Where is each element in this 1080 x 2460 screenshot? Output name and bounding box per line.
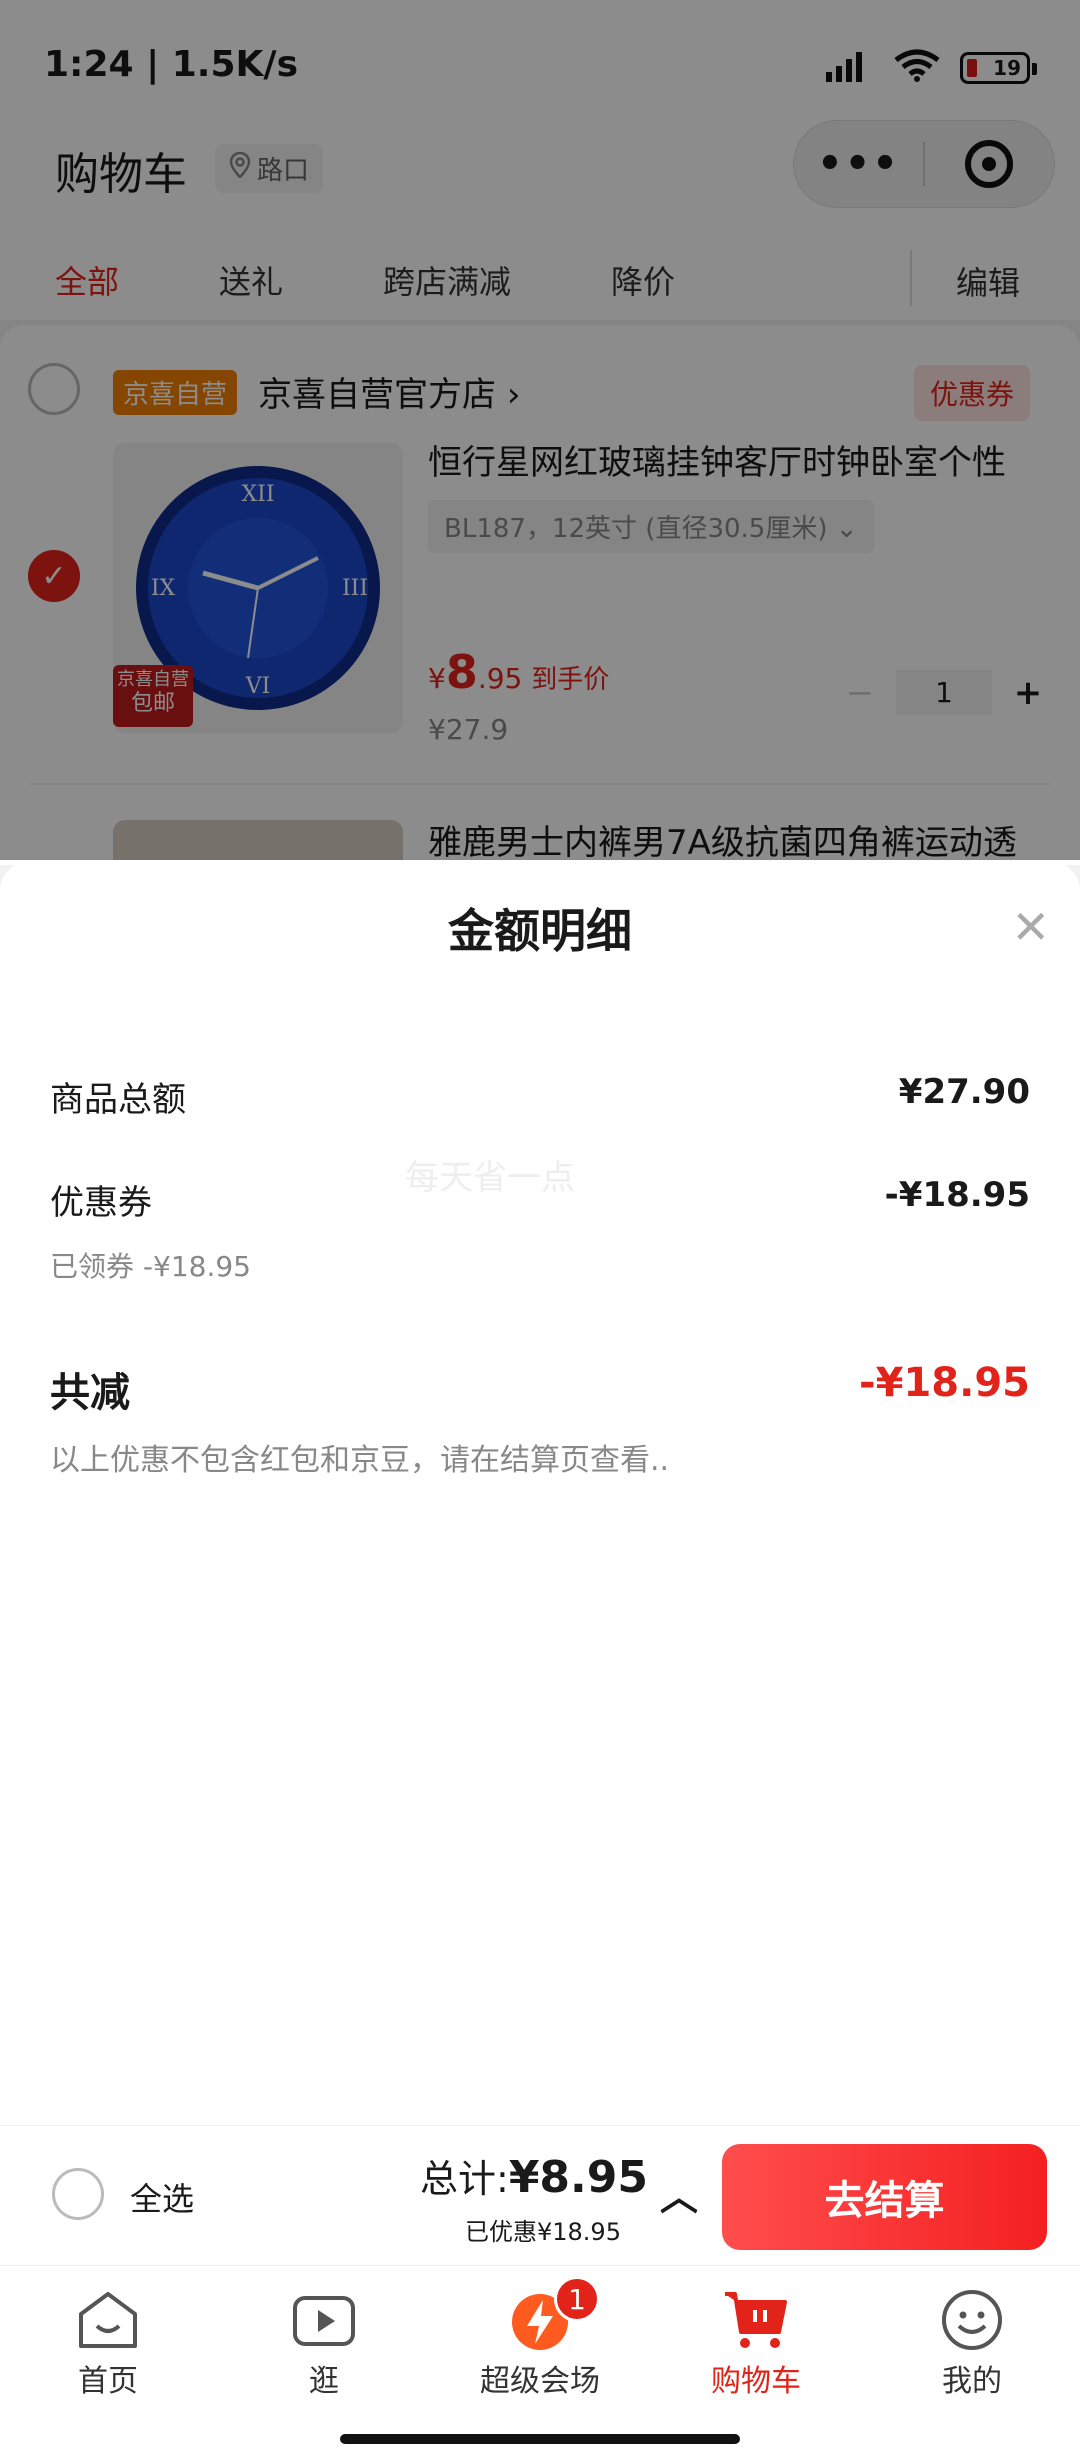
total-prefix: 总计: xyxy=(420,2157,509,2201)
discount-total-label: 共减 xyxy=(50,1370,130,1416)
nav-label-home: 首页 xyxy=(78,2364,138,2399)
watermark-text: 每天省一点 xyxy=(405,1158,575,1198)
play-icon xyxy=(289,2288,359,2352)
nav-item-super[interactable]: 1 超级会场 xyxy=(432,2266,648,2415)
home-icon xyxy=(73,2288,143,2352)
checkout-bar: 全选 总计:¥8.95 已优惠¥18.95 ︿ 去结算 xyxy=(0,2125,1080,2265)
cart-icon xyxy=(721,2288,791,2352)
nav-label-browse: 逛 xyxy=(309,2364,339,2399)
nav-item-home[interactable]: 首页 xyxy=(0,2266,216,2415)
discount-total-value: -¥18.95 xyxy=(859,1360,1030,1406)
discount-note: 以上优惠不包含红包和京豆，请在结算页查看.. xyxy=(50,1443,670,1478)
nav-item-cart[interactable]: 购物车 xyxy=(648,2266,864,2415)
select-all-label[interactable]: 全选 xyxy=(130,2174,194,2220)
coupon-value: -¥18.95 xyxy=(884,1175,1030,1215)
goods-total-value: ¥27.90 xyxy=(898,1072,1030,1112)
modal-backdrop[interactable] xyxy=(0,0,1080,860)
sheet-title: 金额明细 xyxy=(448,904,632,958)
bottom-nav: 首页 逛 1 超级会场 购物车 我的 xyxy=(0,2265,1080,2415)
chevron-up-icon[interactable]: ︿ xyxy=(660,2166,698,2221)
select-all-checkbox[interactable] xyxy=(52,2168,104,2220)
total-amount[interactable]: 总计:¥8.95 xyxy=(420,2148,648,2203)
close-icon[interactable]: ✕ xyxy=(1011,900,1050,954)
nav-label-cart: 购物车 xyxy=(711,2364,801,2399)
notification-badge: 1 xyxy=(554,2276,600,2322)
total-value: ¥8.95 xyxy=(508,2152,648,2203)
amount-detail-sheet: 金额明细 ✕ 商品总额 ¥27.90 每天省一点 优惠券 -¥18.95 已领券… xyxy=(0,860,1080,2125)
goods-total-label: 商品总额 xyxy=(50,1080,186,1120)
smiley-icon xyxy=(937,2288,1007,2352)
coupon-sub: 已领券 -¥18.95 xyxy=(50,1250,251,1283)
nav-label-mine: 我的 xyxy=(942,2364,1002,2399)
home-indicator[interactable] xyxy=(340,2434,740,2444)
nav-label-super: 超级会场 xyxy=(480,2364,600,2399)
checkout-button[interactable]: 去结算 xyxy=(722,2144,1047,2250)
nav-item-browse[interactable]: 逛 xyxy=(216,2266,432,2415)
saved-amount: 已优惠¥18.95 xyxy=(465,2218,621,2246)
coupon-label: 优惠券 xyxy=(50,1183,152,1223)
nav-item-mine[interactable]: 我的 xyxy=(864,2266,1080,2415)
